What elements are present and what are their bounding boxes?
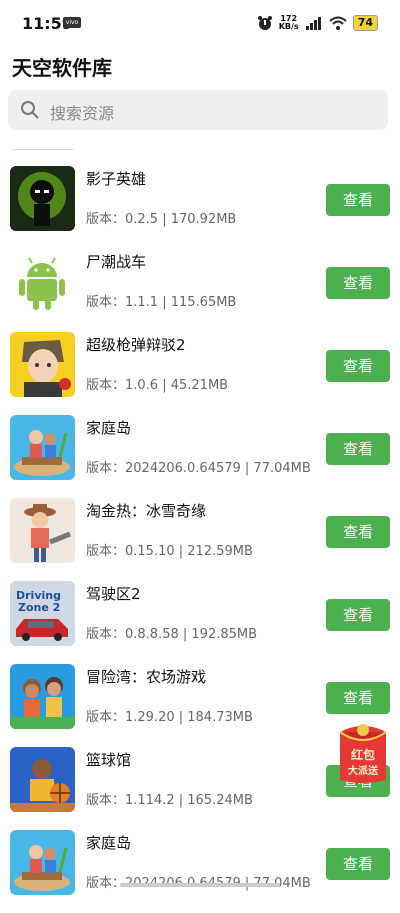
view-button[interactable]: 查看 — [326, 184, 390, 216]
carrier-tag: vivo — [63, 17, 81, 28]
gold-rush-icon — [10, 498, 75, 563]
app-name: 淘金热：冰雪奇缘 — [86, 502, 207, 520]
view-button[interactable]: 查看 — [326, 848, 390, 880]
danganronpa-icon — [10, 332, 75, 397]
status-bar: 11:59 vivo 172 KB/s 74 — [0, 0, 400, 44]
driving-zone-icon: Driving Zone 2 — [10, 581, 75, 646]
view-button[interactable]: 查看 — [326, 433, 390, 465]
home-indicator[interactable] — [120, 883, 280, 887]
alarm-icon — [257, 16, 272, 30]
wifi-icon — [329, 16, 347, 30]
app-name: 冒险湾：农场游戏 — [86, 668, 207, 686]
divider — [12, 149, 74, 150]
app-meta: 版本：0.8.8.58 | 192.85MB — [86, 627, 258, 642]
list-item[interactable]: 家庭岛 版本：2024206.0.64579 | 77.04MB 查看 — [0, 830, 400, 913]
android-icon — [10, 249, 75, 314]
app-name: 家庭岛 — [86, 419, 132, 437]
battery-indicator: 74 — [352, 15, 378, 31]
app-meta: 版本：0.2.5 | 170.92MB — [86, 212, 237, 227]
adventure-bay-icon — [10, 664, 75, 729]
view-button[interactable]: 查看 — [326, 516, 390, 548]
app-list: 影子英雄 版本：0.2.5 | 170.92MB 查看 尸潮战车 版本：1.1.… — [0, 166, 400, 913]
view-button[interactable]: 查看 — [326, 682, 390, 714]
status-icons: 172 KB/s 74 — [257, 13, 378, 33]
shadow-hero-icon — [10, 166, 75, 231]
list-item[interactable]: 影子英雄 版本：0.2.5 | 170.92MB 查看 — [0, 166, 400, 249]
app-meta: 版本：1.1.1 | 115.65MB — [86, 295, 237, 310]
family-island-icon — [10, 415, 75, 480]
search-icon — [21, 101, 39, 119]
app-name: 尸潮战车 — [86, 253, 147, 271]
net-speed-unit: KB/s — [278, 22, 299, 31]
red-packet-line1: 红包 — [351, 747, 375, 762]
search-placeholder: 搜索资源 — [50, 104, 115, 123]
app-name: 驾驶区2 — [86, 585, 141, 603]
view-button[interactable]: 查看 — [326, 350, 390, 382]
red-packet-line2: 大派送 — [348, 764, 379, 777]
red-packet-icon: 红包 大派送 — [339, 724, 387, 783]
search-input[interactable]: 搜索资源 — [8, 90, 388, 130]
app-meta: 版本：1.0.6 | 45.21MB — [86, 378, 229, 393]
app-meta: 版本：0.15.10 | 212.59MB — [86, 544, 253, 559]
app-name: 超级枪弹辩驳2 — [86, 336, 186, 354]
app-meta: 版本：1.29.20 | 184.73MB — [86, 710, 253, 725]
page-title: 天空软件库 — [12, 56, 112, 80]
app-meta: 版本：1.114.2 | 165.24MB — [86, 793, 253, 808]
basketball-icon — [10, 747, 75, 812]
family-island-icon — [10, 830, 75, 895]
app-name: 篮球馆 — [86, 751, 132, 769]
driving-zone-logo-line2: Zone 2 — [18, 601, 60, 614]
list-item[interactable]: Driving Zone 2 驾驶区2 版本：0.8.8.58 | 192.85… — [0, 581, 400, 664]
red-packet-float[interactable]: 红包 大派送 — [336, 722, 390, 784]
list-item[interactable]: 淘金热：冰雪奇缘 版本：0.15.10 | 212.59MB 查看 — [0, 498, 400, 581]
list-item[interactable]: 尸潮战车 版本：1.1.1 | 115.65MB 查看 — [0, 249, 400, 332]
view-button[interactable]: 查看 — [326, 599, 390, 631]
list-item[interactable]: 超级枪弹辩驳2 版本：1.0.6 | 45.21MB 查看 — [0, 332, 400, 415]
net-speed: 172 KB/s — [279, 15, 299, 31]
app-meta: 版本：2024206.0.64579 | 77.04MB — [86, 876, 311, 891]
list-item[interactable]: 家庭岛 版本：2024206.0.64579 | 77.04MB 查看 — [0, 415, 400, 498]
app-name: 影子英雄 — [86, 170, 147, 188]
app-meta: 版本：2024206.0.64579 | 77.04MB — [86, 461, 311, 476]
app-name: 家庭岛 — [86, 834, 132, 852]
view-button[interactable]: 查看 — [326, 267, 390, 299]
cellular-signal-icon — [305, 17, 321, 30]
